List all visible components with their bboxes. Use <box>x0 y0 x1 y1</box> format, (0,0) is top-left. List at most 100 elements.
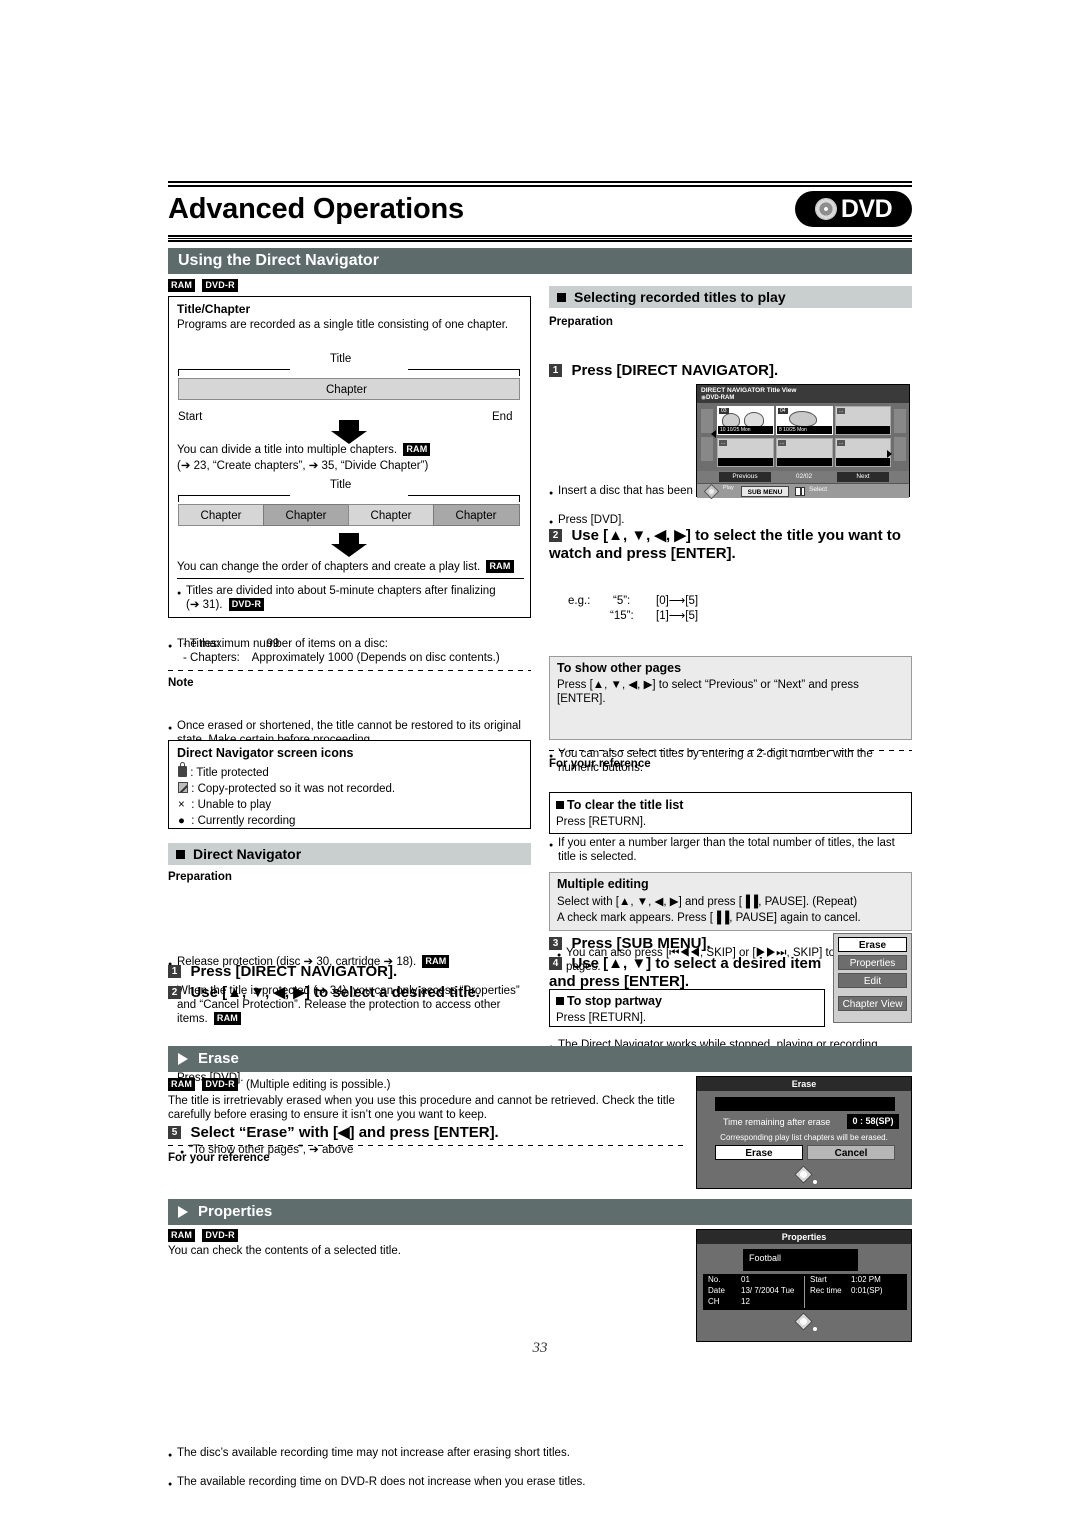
dn-thumb[interactable]: 04 8 10/25 Mon <box>776 406 833 435</box>
properties-dialog-table: No. 01 Start 1:02 PM Date 13/ 7/2004 Tue… <box>703 1274 907 1310</box>
dn-page-indicator: 02/02 <box>795 473 813 480</box>
tag-ram: RAM <box>168 1078 196 1092</box>
diagram2-chapter-label: Chapter <box>455 510 497 522</box>
diagram2-chapter-label: Chapter <box>200 510 242 522</box>
step-4: 4 Use [▲, ▼] to select a desired item an… <box>549 955 829 991</box>
erase-dialog-time-label: Time remaining after erase <box>723 1117 831 1127</box>
erase-dialog-title-value[interactable] <box>715 1097 895 1111</box>
other-pages-body: Press [▲, ▼, ◀, ▶] to select “Previous” … <box>557 679 859 705</box>
icon-row-label: : Title protected <box>190 767 269 779</box>
clear-title-list-body: Press [RETURN]. <box>556 816 647 828</box>
page-number: 33 <box>532 1340 548 1356</box>
sel-step2-bullet2: If you enter a number larger than the to… <box>558 836 910 864</box>
dpad-icon <box>793 1165 817 1184</box>
erase-dialog-confirm-button[interactable]: Erase <box>715 1145 803 1160</box>
stop-partway-body: Press [RETURN]. <box>556 1012 647 1024</box>
pause-icon <box>795 487 805 496</box>
dn-next-button[interactable]: Next <box>837 472 889 482</box>
dn-right-pane <box>894 437 906 461</box>
erase-dialog-time-value: 0 : 58(SP) <box>847 1114 899 1129</box>
dn-select-label: Select <box>809 486 828 493</box>
dn-thumb[interactable]: ... <box>717 438 774 467</box>
dn-sub-menu-button[interactable]: SUB MENU <box>741 486 789 497</box>
down-arrow-icon-1 <box>331 420 367 444</box>
properties-row-value: 12 <box>741 1297 750 1306</box>
eg-label: e.g.: <box>568 595 591 607</box>
bullet-square-icon <box>557 292 566 302</box>
sub-menu-item-chapter-view[interactable]: Chapter View <box>838 996 907 1011</box>
properties-row-value2: 0:01(SP) <box>851 1286 883 1295</box>
properties-row-value2: 1:02 PM <box>851 1275 881 1284</box>
manual-page: Advanced Operations DVD Using the Direct… <box>0 0 1080 1528</box>
dn-step-1-label: Press [DIRECT NAVIGATOR]. <box>190 963 398 980</box>
dvd-logo: DVD <box>795 191 912 227</box>
diagram1-title-label: Title <box>330 353 352 365</box>
tag-dvdr-finalize: DVD-R <box>228 598 265 612</box>
section-bar-erase-label: Erase <box>198 1050 239 1067</box>
finalize-ref-label: (➔ 31). <box>186 599 223 611</box>
page-title: Advanced Operations <box>168 193 464 225</box>
properties-row-value: 01 <box>741 1275 750 1284</box>
step-number: 5 <box>168 1126 181 1139</box>
icon-row-label: : Unable to play <box>191 799 272 811</box>
heading-selecting-titles-label: Selecting recorded titles to play <box>574 289 786 305</box>
dn-thumb[interactable]: 03 10 10/25 Mon <box>717 406 774 435</box>
sel-step-1: 1 Press [DIRECT NAVIGATOR]. <box>549 362 778 380</box>
icon-row-label: : Currently recording <box>191 815 296 827</box>
header-top-rules <box>168 181 912 187</box>
dn-step-1: 1 Press [DIRECT NAVIGATOR]. <box>168 963 528 981</box>
diagram1-chapter-label: Chapter <box>326 384 367 396</box>
chevron-right-icon[interactable] <box>887 450 892 458</box>
down-arrow-icon-2 <box>331 533 367 557</box>
properties-row-label: CH <box>708 1297 720 1306</box>
tag-ram: RAM <box>168 279 196 293</box>
erase-reference-item: The available recording time on DVD-R do… <box>177 1475 687 1489</box>
dn-thumb[interactable]: ... <box>776 438 833 467</box>
dvd-disc-icon <box>814 198 837 220</box>
triangle-right-icon <box>178 1053 188 1065</box>
tag-dvdr: DVD-R <box>202 279 238 293</box>
heading-selecting-titles: Selecting recorded titles to play <box>549 286 912 308</box>
sub-menu-item-properties[interactable]: Properties <box>838 955 907 970</box>
erase-step-5: 5 Select “Erase” with [◀] and press [ENT… <box>168 1123 499 1142</box>
diagram2-chapter-label: Chapter <box>285 510 327 522</box>
multiple-editing-heading: Multiple editing <box>557 877 649 891</box>
tag-ram: RAM <box>213 1012 241 1026</box>
dn-screen-disc: DVD-RAM <box>701 395 734 401</box>
step-number: 1 <box>549 364 562 377</box>
sub-menu-item-erase[interactable]: Erase <box>838 937 907 952</box>
max-items-value: Approximately 1000 (Depends on disc cont… <box>251 652 500 664</box>
divide-title-ref: (➔ 23, “Create chapters”, ➔ 35, “Divide … <box>177 460 429 472</box>
max-items-value: 99 <box>266 638 280 650</box>
sub-menu-list: Erase Properties Edit Chapter View <box>833 933 912 1023</box>
max-items-label: - Titles: <box>183 638 221 650</box>
dn-right-pane <box>894 409 906 433</box>
dn-footer-row: Play SUB MENU Select <box>697 483 909 500</box>
eg-value: [1]⟶[5] <box>656 610 699 622</box>
record-dot-icon: ● <box>178 815 185 827</box>
tag-dvdr: DVD-R <box>202 1229 238 1243</box>
dn-thumb-number: 03 <box>719 408 729 414</box>
sel-step2-bullet2-label: If you enter a number larger than the to… <box>558 837 895 863</box>
dn-thumb[interactable]: ... <box>835 406 891 435</box>
finalize-note: Titles are divided into about 5-minute c… <box>186 584 524 598</box>
step-3-label: Press [SUB MENU]. <box>571 935 711 952</box>
dn-previous-button[interactable]: Previous <box>719 472 771 482</box>
max-items-label: - Chapters: <box>183 652 240 664</box>
sel-step-2: 2 Use [▲, ▼, ◀, ▶] to select the title y… <box>549 526 909 563</box>
dn-thumb[interactable]: ... <box>835 438 891 467</box>
section-bar-properties: Properties <box>168 1199 912 1225</box>
max-items-row: - Titles: 99 <box>183 637 279 651</box>
erase-dialog-cancel-button[interactable]: Cancel <box>807 1145 895 1160</box>
divide-title-text: You can divide a title into multiple cha… <box>177 443 522 457</box>
erase-dialog-note: Corresponding play list chapters will be… <box>720 1133 888 1142</box>
multiple-editing-line2: A check mark appears. Press [▐▐, PAUSE] … <box>557 912 861 924</box>
properties-dialog-title: Properties <box>697 1230 911 1244</box>
dn-play-label: Play <box>723 485 734 491</box>
stop-partway-heading: To stop partway <box>556 994 662 1008</box>
box-divider <box>177 578 524 579</box>
step-number: 2 <box>168 986 181 999</box>
chevron-left-icon[interactable] <box>711 430 716 438</box>
sel-step-1-label: Press [DIRECT NAVIGATOR]. <box>571 362 779 379</box>
sub-menu-item-edit[interactable]: Edit <box>838 973 907 988</box>
